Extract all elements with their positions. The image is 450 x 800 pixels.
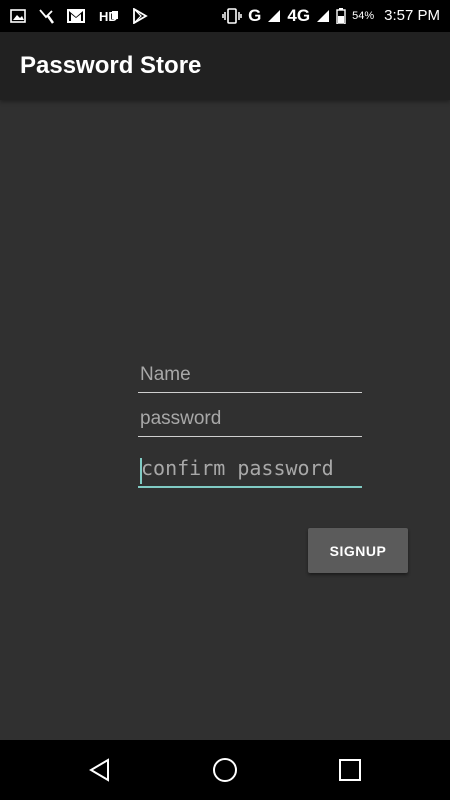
text-cursor — [140, 458, 142, 484]
gmail-icon — [66, 8, 86, 24]
screen: HD G 4G 54% 3:57 PM Password Store Name … — [0, 0, 450, 800]
clock: 3:57 PM — [384, 7, 440, 24]
network-4g-label: 4G — [287, 6, 311, 25]
signal-4g-icon — [316, 9, 330, 23]
name-field-container — [138, 364, 362, 393]
vibrate-icon — [222, 8, 242, 24]
missed-call-icon — [38, 8, 54, 24]
confirm-password-field-container — [138, 456, 362, 488]
play-store-icon — [132, 8, 148, 24]
password-input[interactable] — [138, 408, 362, 437]
signup-button[interactable]: SIGNUP — [308, 528, 408, 573]
signal-icon — [267, 9, 281, 23]
name-input[interactable] — [138, 364, 362, 393]
home-icon[interactable] — [211, 756, 239, 784]
status-bar-left: HD — [10, 6, 148, 26]
back-icon[interactable] — [86, 756, 114, 784]
status-bar-right: G 4G 54% 3:57 PM — [222, 6, 440, 26]
battery-percent: 54% — [352, 10, 375, 22]
status-bar: HD G 4G 54% 3:57 PM — [0, 0, 450, 32]
network-g-label: G — [248, 6, 262, 25]
recents-icon[interactable] — [336, 756, 364, 784]
hd-icon: HD — [98, 8, 120, 24]
password-field-container — [138, 408, 362, 437]
navigation-bar — [0, 740, 450, 800]
confirm-password-input[interactable] — [138, 456, 362, 488]
app-bar: Password Store — [0, 32, 450, 100]
battery-icon — [336, 8, 346, 24]
app-title: Password Store — [20, 52, 202, 79]
image-icon — [10, 9, 26, 23]
